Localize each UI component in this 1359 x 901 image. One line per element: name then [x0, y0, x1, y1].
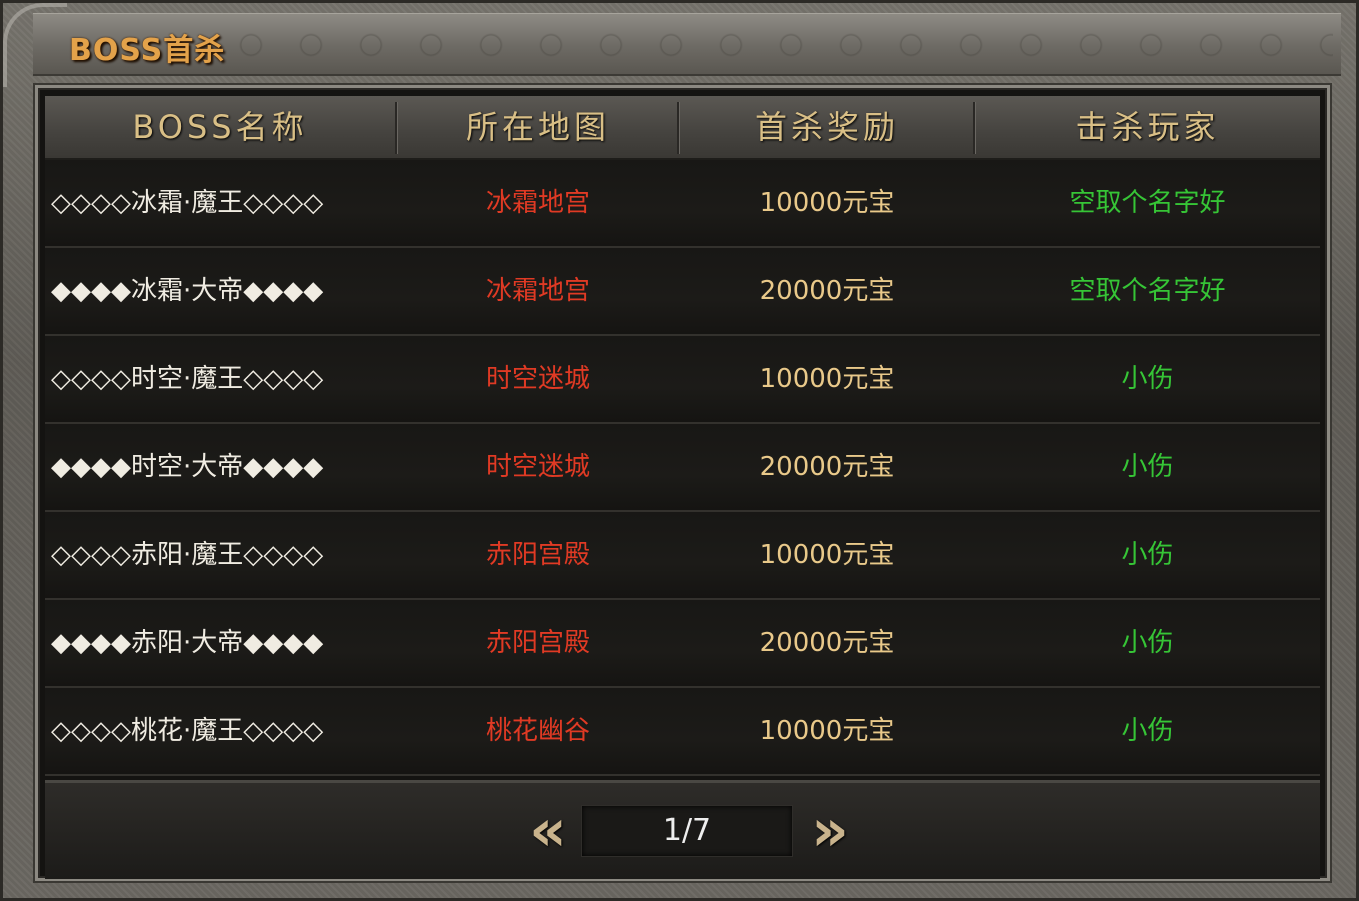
killer-cell: 小伤 [1121, 628, 1174, 658]
map-cell: 冰霜地宫 [485, 276, 590, 306]
window-title: BOSS首杀 [69, 33, 226, 68]
header-reward: 首杀奖励 [754, 108, 899, 146]
page-indicator: 1/7 [581, 805, 793, 857]
killer-cell: 小伤 [1121, 540, 1174, 570]
header-killer: 击杀玩家 [1075, 108, 1220, 146]
table-row[interactable]: ◇◇◇◇赤阳·魔王◇◇◇◇ 赤阳宫殿 10000元宝 小伤 [45, 512, 1320, 600]
map-cell: 冰霜地宫 [485, 188, 590, 218]
table-row[interactable]: ◆◆◆◆冰霜·大帝◆◆◆◆ 冰霜地宫 20000元宝 空取个名字好 [45, 248, 1320, 336]
killer-cell: 小伤 [1121, 364, 1174, 394]
table-body: ◇◇◇◇冰霜·魔王◇◇◇◇ 冰霜地宫 10000元宝 空取个名字好 ◆◆◆◆冰霜… [45, 160, 1320, 776]
boss-name-cell: ◆◆◆◆冰霜·大帝◆◆◆◆ [51, 276, 324, 306]
table-row[interactable]: ◆◆◆◆赤阳·大帝◆◆◆◆ 赤阳宫殿 20000元宝 小伤 [45, 600, 1320, 688]
boss-name-cell: ◇◇◇◇赤阳·魔王◇◇◇◇ [51, 540, 324, 570]
reward-cell: 20000元宝 [759, 276, 895, 306]
header-map: 所在地图 [465, 108, 610, 146]
boss-name-cell: ◆◆◆◆时空·大帝◆◆◆◆ [51, 452, 324, 482]
table-row[interactable]: ◇◇◇◇冰霜·魔王◇◇◇◇ 冰霜地宫 10000元宝 空取个名字好 [45, 160, 1320, 248]
boss-name-cell: ◇◇◇◇桃花·魔王◇◇◇◇ [51, 716, 324, 746]
reward-cell: 10000元宝 [759, 188, 895, 218]
map-cell: 时空迷城 [485, 452, 590, 482]
table-row[interactable]: ◇◇◇◇时空·魔王◇◇◇◇ 时空迷城 10000元宝 小伤 [45, 336, 1320, 424]
reward-cell: 10000元宝 [759, 364, 895, 394]
boss-name-cell: ◇◇◇◇时空·魔王◇◇◇◇ [51, 364, 324, 394]
pager-bar: « 1/7 » [45, 780, 1320, 879]
reward-cell: 20000元宝 [759, 628, 895, 658]
table-header: BOSS名称 所在地图 首杀奖励 击杀玩家 [45, 96, 1320, 160]
map-cell: 桃花幽谷 [485, 716, 590, 746]
killer-cell: 空取个名字好 [1069, 188, 1226, 218]
boss-name-cell: ◆◆◆◆赤阳·大帝◆◆◆◆ [51, 628, 324, 658]
prev-page-button[interactable]: « [523, 801, 573, 859]
title-bar [33, 13, 1341, 76]
boss-first-kill-window: BOSS首杀 BOSS名称 所在地图 首杀奖励 击杀玩家 ◇◇◇◇冰霜·魔王◇◇… [0, 0, 1359, 901]
killer-cell: 小伤 [1121, 716, 1174, 746]
table-row[interactable]: ◇◇◇◇桃花·魔王◇◇◇◇ 桃花幽谷 10000元宝 小伤 [45, 688, 1320, 776]
map-cell: 赤阳宫殿 [485, 628, 590, 658]
reward-cell: 10000元宝 [759, 716, 895, 746]
boss-name-cell: ◇◇◇◇冰霜·魔王◇◇◇◇ [51, 188, 324, 218]
map-cell: 时空迷城 [485, 364, 590, 394]
killer-cell: 小伤 [1121, 452, 1174, 482]
title-pattern-ornament [233, 28, 1333, 62]
header-boss-name: BOSS名称 [132, 108, 308, 146]
killer-cell: 空取个名字好 [1069, 276, 1226, 306]
reward-cell: 20000元宝 [759, 452, 895, 482]
map-cell: 赤阳宫殿 [485, 540, 590, 570]
reward-cell: 10000元宝 [759, 540, 895, 570]
table-row[interactable]: ◆◆◆◆时空·大帝◆◆◆◆ 时空迷城 20000元宝 小伤 [45, 424, 1320, 512]
next-page-button[interactable]: » [805, 801, 855, 859]
boss-table-panel: BOSS名称 所在地图 首杀奖励 击杀玩家 ◇◇◇◇冰霜·魔王◇◇◇◇ 冰霜地宫… [35, 85, 1330, 881]
